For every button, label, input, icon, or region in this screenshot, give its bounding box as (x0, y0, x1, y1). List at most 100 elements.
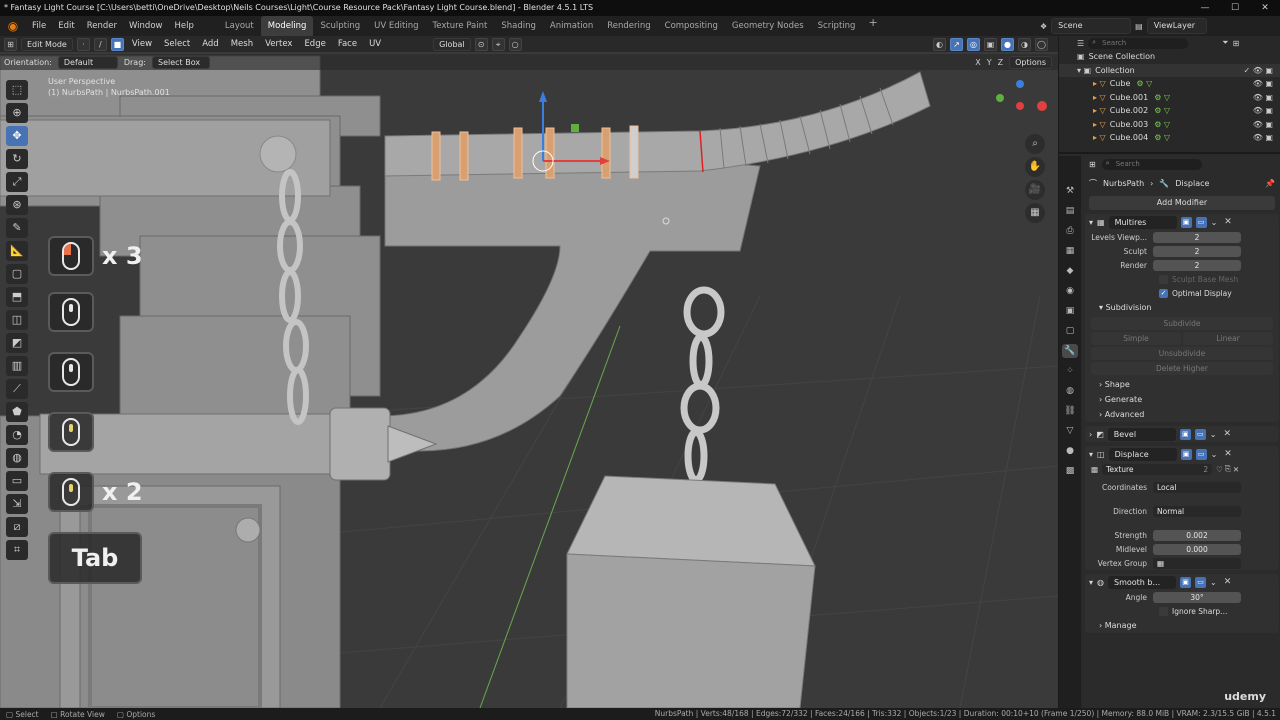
edge-select-icon[interactable]: / (93, 37, 107, 51)
dropdown-icon[interactable]: ⌄ (1211, 450, 1218, 459)
menu-render[interactable]: Render (81, 16, 123, 36)
material-tab-icon[interactable]: ● (1062, 444, 1078, 458)
menu-file[interactable]: File (26, 16, 52, 36)
camera-icon[interactable]: 🎥 (1025, 180, 1045, 200)
blender-logo-icon[interactable]: ◉ (4, 17, 22, 35)
3d-viewport[interactable]: ⊞ Edit Mode · / ■ View Select Add Mesh V… (0, 36, 1058, 708)
tab-texture-paint[interactable]: Texture Paint (426, 16, 495, 36)
unsubdivide-button[interactable]: Unsubdivide (1091, 347, 1273, 360)
bevel-tool-icon[interactable]: ◩ (6, 333, 28, 353)
filter-icon[interactable]: ⏷ (1222, 38, 1228, 48)
menu-edge[interactable]: Edge (300, 39, 329, 49)
close-icon[interactable]: ✕ (1250, 0, 1280, 16)
options-dropdown[interactable]: Options (1009, 55, 1052, 69)
poly-build-tool-icon[interactable]: ⬟ (6, 402, 28, 422)
constraints-tab-icon[interactable]: ⛓ (1062, 404, 1078, 418)
menu-edit[interactable]: Edit (52, 16, 80, 36)
tab-scripting[interactable]: Scripting (811, 16, 863, 36)
menu-select[interactable]: Select (160, 39, 194, 49)
mode-dropdown[interactable]: Edit Mode (21, 37, 73, 51)
eye-icon[interactable]: 👁 ▣ (1253, 77, 1273, 91)
remove-modifier-icon[interactable]: ✕ (1223, 429, 1231, 439)
simple-button[interactable]: Simple (1091, 332, 1181, 345)
viewport-toggle-icon[interactable]: ▭ (1195, 576, 1206, 588)
scene-tab-icon[interactable]: ◆ (1062, 264, 1078, 278)
collection-tab-icon[interactable]: ▣ (1062, 304, 1078, 318)
tab-layout[interactable]: Layout (218, 16, 261, 36)
editor-type-icon[interactable]: ⊞ (4, 37, 17, 51)
knife-tool-icon[interactable]: ⟋ (6, 379, 28, 399)
sculpt-base-mesh-row[interactable]: Sculpt Base Mesh (1085, 272, 1279, 286)
expand-icon[interactable]: › (1089, 430, 1092, 439)
rendered-shading-icon[interactable]: ◯ (1035, 37, 1048, 51)
proportional-edit-icon[interactable]: ○ (508, 37, 522, 51)
collapse-icon[interactable]: ▾ (1089, 218, 1093, 227)
edge-slide-tool-icon[interactable]: ▭ (6, 471, 28, 491)
optimal-display-row[interactable]: ✓ Optimal Display (1085, 286, 1279, 300)
menu-add[interactable]: Add (198, 39, 222, 49)
tab-geometry-nodes[interactable]: Geometry Nodes (725, 16, 811, 36)
manage-subpanel[interactable]: › Manage (1085, 618, 1279, 633)
ignore-sharp-row[interactable]: Ignore Sharp... (1085, 604, 1279, 618)
view-layer-tab-icon[interactable]: ▦ (1062, 244, 1078, 258)
remove-modifier-icon[interactable]: ✕ (1224, 577, 1232, 587)
tab-shading[interactable]: Shading (494, 16, 543, 36)
outliner-item[interactable]: ▸ ▽ Cube ⚙ ▽ 👁 ▣ (1059, 77, 1280, 91)
rip-tool-icon[interactable]: ⌗ (6, 540, 28, 560)
editmode-toggle-icon[interactable]: ▣ (1180, 216, 1192, 228)
spin-tool-icon[interactable]: ◔ (6, 425, 28, 445)
outliner-collection[interactable]: ▾ ▣ Collection ✓ 👁 ▣ (1059, 63, 1280, 77)
ortho-grid-icon[interactable]: ▦ (1025, 203, 1045, 223)
eye-icon[interactable]: 👁 ▣ (1253, 104, 1273, 118)
modifier-name-field[interactable]: Multires (1108, 215, 1177, 229)
modifier-name-field[interactable]: Bevel (1107, 427, 1176, 441)
outliner-item[interactable]: ▸ ▽ Cube.004 ⚙ ▽ 👁 ▣ (1059, 131, 1280, 145)
direction-dropdown[interactable]: Normal (1153, 505, 1241, 517)
viewport-toggle-icon[interactable]: ▭ (1194, 428, 1206, 440)
tab-animation[interactable]: Animation (543, 16, 600, 36)
add-modifier-button[interactable]: Add Modifier (1089, 196, 1275, 210)
eye-icon[interactable]: 👁 ▣ (1253, 118, 1273, 132)
tool-tab-icon[interactable]: ⚒ (1062, 184, 1078, 198)
maximize-icon[interactable]: ☐ (1220, 0, 1250, 16)
pivot-icon[interactable]: ⊙ (474, 37, 488, 51)
add-cube-tool-icon[interactable]: ▢ (6, 264, 28, 284)
angle-field[interactable]: 30° (1153, 591, 1241, 603)
visibility-icon[interactable]: ◐ (933, 37, 946, 51)
minimize-icon[interactable]: — (1190, 0, 1220, 16)
texture-field[interactable]: Texture 2 (1102, 463, 1213, 475)
view-layer-field[interactable]: ViewLayer (1146, 18, 1207, 34)
inset-tool-icon[interactable]: ◫ (6, 310, 28, 330)
vertex-group-field[interactable]: ▦ (1153, 557, 1241, 569)
optimal-display-checkbox[interactable]: ✓ (1159, 288, 1168, 298)
texture-tab-icon[interactable]: ▩ (1062, 464, 1078, 478)
cursor-tool-icon[interactable]: ⊕ (6, 103, 28, 123)
properties-editor-icon[interactable]: ⊞ (1089, 160, 1096, 169)
tab-compositing[interactable]: Compositing (658, 16, 725, 36)
copy-texture-icon[interactable]: ⎘ (1225, 464, 1231, 474)
add-workspace-icon[interactable]: + (862, 16, 883, 36)
remove-modifier-icon[interactable]: ✕ (1224, 217, 1232, 227)
outliner-item[interactable]: ▸ ▽ Cube.003 ⚙ ▽ 👁 ▣ (1059, 118, 1280, 132)
ignore-sharp-checkbox[interactable] (1159, 606, 1168, 616)
render-field[interactable]: 2 (1153, 259, 1241, 271)
smooth-tool-icon[interactable]: ◍ (6, 448, 28, 468)
annotate-tool-icon[interactable]: ✎ (6, 218, 28, 238)
subdivision-subpanel[interactable]: ▾ Subdivision (1085, 300, 1279, 315)
axis-y-toggle[interactable]: Y (987, 58, 992, 67)
solid-shading-icon[interactable]: ● (1001, 37, 1014, 51)
shear-tool-icon[interactable]: ⧄ (6, 517, 28, 537)
editmode-toggle-icon[interactable]: ▣ (1180, 448, 1192, 460)
outliner-display-icon[interactable]: ☰ (1077, 39, 1084, 48)
menu-uv[interactable]: UV (365, 39, 385, 49)
render-tab-icon[interactable]: ▤ (1062, 204, 1078, 218)
extrude-tool-icon[interactable]: ⬒ (6, 287, 28, 307)
particles-tab-icon[interactable]: ⁘ (1062, 364, 1078, 378)
menu-face[interactable]: Face (334, 39, 361, 49)
shape-subpanel[interactable]: › Shape (1085, 377, 1279, 392)
face-select-icon[interactable]: ■ (110, 37, 124, 51)
dropdown-icon[interactable]: ⌄ (1210, 578, 1217, 587)
subdivide-button[interactable]: Subdivide (1091, 317, 1273, 330)
dropdown-icon[interactable]: ⌄ (1210, 430, 1217, 439)
pan-hand-icon[interactable]: ✋ (1025, 157, 1045, 177)
